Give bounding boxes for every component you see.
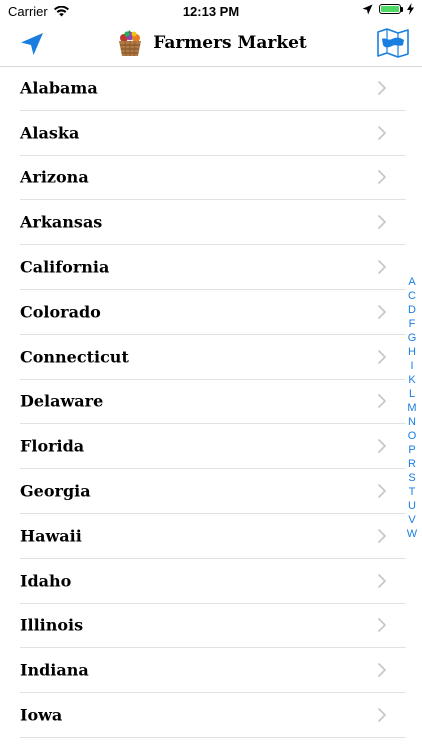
list-item-label: Iowa (20, 705, 63, 725)
list-item-label: Indiana (20, 660, 89, 680)
chevron-right-icon (378, 529, 386, 543)
list-item-label: Alaska (20, 123, 80, 143)
battery-icon (379, 4, 403, 14)
list-item-label: Delaware (20, 391, 104, 411)
chevron-right-icon (378, 81, 386, 95)
chevron-right-icon (378, 215, 386, 230)
charging-bolt-icon (407, 3, 414, 15)
battery-tip (401, 7, 403, 12)
chevron-right-icon (378, 260, 386, 274)
map-icon[interactable] (376, 27, 410, 59)
chevron-right-icon (378, 573, 386, 588)
app-screen: Carrier 12:13 PM Farmers Market Alabama … (0, 0, 422, 750)
list-item-label: Georgia (20, 481, 91, 501)
chevron-right-icon (378, 484, 386, 498)
list-item-label: Florida (20, 436, 85, 456)
list-item[interactable]: Florida (20, 424, 406, 470)
battery-fill (381, 6, 399, 12)
nav-title-group: Farmers Market (0, 28, 422, 58)
list-item-label: Connecticut (20, 347, 129, 367)
chevron-right-icon (378, 708, 386, 722)
list-item[interactable]: Iowa (20, 693, 406, 738)
index-letter[interactable]: C (408, 289, 416, 303)
index-letter[interactable]: S (408, 471, 415, 485)
list-item-label: Hawaii (20, 526, 82, 546)
navigation-bar: Farmers Market (0, 22, 422, 67)
list-item-label: Arkansas (20, 212, 103, 232)
index-letter[interactable]: U (408, 499, 416, 513)
list-item-label: Alabama (20, 78, 98, 98)
list-item[interactable]: California (20, 245, 406, 290)
index-letter[interactable]: G (408, 331, 417, 345)
chevron-right-icon (378, 170, 386, 185)
produce-basket-icon (119, 30, 142, 57)
index-letter[interactable]: P (408, 443, 415, 457)
state-list: Alabama Alaska Arizona Arkansas California Co… (0, 66, 422, 750)
index-letter[interactable]: O (408, 429, 417, 443)
chevron-right-icon (378, 305, 386, 319)
list-item[interactable]: Indiana (20, 648, 406, 694)
section-index-bar[interactable]: ACDFGHIKLMNOPRSTUVW (404, 275, 420, 541)
chevron-right-icon (378, 394, 386, 409)
status-right (362, 3, 414, 15)
list-item-label: California (20, 257, 110, 277)
list-item[interactable]: Arizona (20, 156, 406, 201)
list-item-label: Colorado (20, 302, 101, 322)
chevron-right-icon (378, 125, 386, 140)
list-item-label: Illinois (20, 615, 84, 635)
index-letter[interactable]: K (408, 373, 415, 387)
page-title: Farmers Market (153, 33, 307, 53)
list-item-label: Idaho (20, 571, 72, 591)
list-item[interactable]: Colorado (20, 290, 406, 335)
index-letter[interactable]: M (407, 401, 416, 415)
list-item[interactable]: Hawaii (20, 514, 406, 559)
location-arrow-icon (362, 4, 373, 14)
list-item[interactable]: Connecticut (20, 335, 406, 380)
index-letter[interactable]: V (408, 513, 415, 527)
list-item[interactable]: Arkansas (20, 200, 406, 246)
chevron-right-icon (378, 618, 386, 633)
list-item[interactable]: Illinois (20, 604, 406, 649)
status-bar: Carrier 12:13 PM (0, 0, 422, 22)
list-item[interactable]: Delaware (20, 380, 406, 425)
index-letter[interactable]: L (409, 387, 415, 401)
index-letter[interactable]: H (408, 345, 416, 359)
index-letter[interactable]: N (408, 415, 416, 429)
list-item[interactable]: Alabama (20, 66, 406, 111)
list-item[interactable]: Idaho (20, 559, 406, 604)
list-item[interactable]: Alaska (20, 111, 406, 156)
index-letter[interactable]: R (408, 457, 416, 471)
index-letter[interactable]: D (408, 303, 416, 317)
chevron-right-icon (378, 349, 386, 364)
status-time: 12:13 PM (182, 4, 240, 19)
list-item[interactable]: Georgia (20, 469, 406, 514)
index-letter[interactable]: F (409, 317, 416, 331)
index-letter[interactable]: T (409, 485, 416, 499)
index-letter[interactable]: I (410, 359, 413, 373)
index-letter[interactable]: A (408, 275, 415, 289)
chevron-right-icon (378, 663, 386, 678)
list-item-label: Arizona (20, 167, 89, 187)
chevron-right-icon (378, 439, 386, 454)
index-letter[interactable]: W (407, 527, 417, 541)
